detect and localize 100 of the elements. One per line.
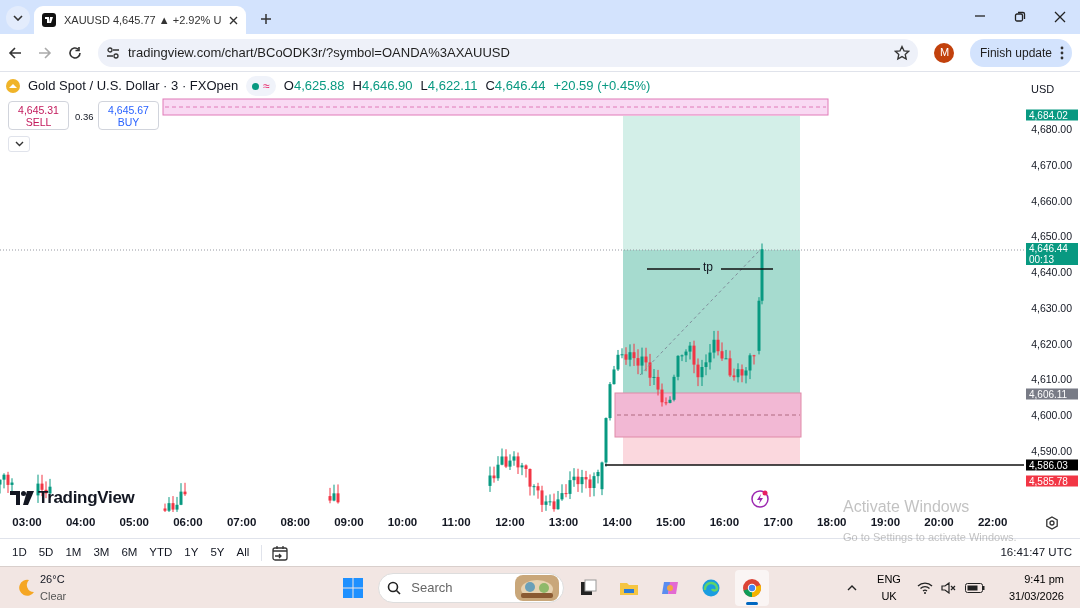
time-tick: 17:00 <box>762 515 794 531</box>
time-tick: 10:00 <box>386 515 419 531</box>
currency-label[interactable]: USD <box>1031 81 1055 98</box>
price-badge: 4,684.02 <box>1026 109 1078 121</box>
range-button[interactable]: 6M <box>117 543 142 562</box>
collapse-button[interactable] <box>8 136 30 152</box>
range-button[interactable]: All <box>232 543 254 562</box>
search-field[interactable]: Search <box>409 576 490 599</box>
coin-icon <box>6 79 20 93</box>
buy-button[interactable]: 4,645.67 BUY <box>98 101 159 130</box>
range-button[interactable]: 5D <box>34 543 58 562</box>
wifi-icon[interactable] <box>916 581 933 594</box>
time-tick: 20:00 <box>923 515 955 531</box>
forward-arrow-icon <box>38 45 52 60</box>
ohlc-value: H4,646.90 <box>352 77 413 96</box>
chevron-up-icon <box>847 584 858 591</box>
browser-tab[interactable]: XAUUSD 4,645.77 ▲ +2.92% U <box>34 6 246 34</box>
price-tick: 4,640.00 <box>1030 266 1072 279</box>
range-button[interactable]: 5Y <box>206 543 229 562</box>
search-bar[interactable]: Search <box>378 572 565 603</box>
plus-icon <box>260 13 272 25</box>
language-indicator[interactable]: ENG UK <box>877 571 901 604</box>
moon-icon <box>16 577 36 598</box>
ohlc-value: C4,646.44 <box>485 77 546 96</box>
battery-icon[interactable] <box>964 582 985 593</box>
bookmark-button[interactable] <box>893 44 910 61</box>
close-icon <box>229 15 239 25</box>
line-label: tp <box>703 260 713 274</box>
reload-icon <box>68 45 82 60</box>
tradingview-logo[interactable]: TradingView <box>10 485 135 511</box>
range-button[interactable]: 1Y <box>180 543 203 562</box>
date-range-button[interactable] <box>261 544 289 561</box>
chevron-down-icon <box>13 15 23 21</box>
time-tick: 16:00 <box>708 515 741 531</box>
windows-logo-icon <box>343 577 364 598</box>
calendar-icon <box>272 544 289 561</box>
tab-title: XAUUSD 4,645.77 ▲ +2.92% U <box>64 12 222 28</box>
status-dot-icon <box>252 82 260 90</box>
time-tick: 05:00 <box>118 515 150 531</box>
lightning-icon[interactable] <box>750 489 770 509</box>
time-tick: 15:00 <box>655 515 687 531</box>
tradingview-mark-icon <box>10 490 34 505</box>
weather-widget[interactable]: 26°C Clear <box>16 571 67 604</box>
activation-title: Activate Windows <box>843 497 970 517</box>
time-tick: 22:00 <box>976 515 1009 531</box>
close-icon <box>1054 11 1066 23</box>
ohlc-value: L4,622.11 <box>420 77 478 96</box>
price-tick: 4,620.00 <box>1030 337 1072 350</box>
price-tick: 4,650.00 <box>1030 230 1072 243</box>
taskbar-clock[interactable]: 9:41 pm 31/03/2026 <box>1008 571 1064 604</box>
time-tick: 18:00 <box>816 515 848 531</box>
price-tick: 4,660.00 <box>1030 194 1072 207</box>
finish-update-button[interactable]: Finish update <box>969 38 1072 67</box>
sell-button[interactable]: 4,645.31 SELL <box>8 101 69 130</box>
restore-icon <box>1014 11 1026 23</box>
show-hidden-icons-button[interactable] <box>847 584 858 591</box>
price-badge: 4,646.44 00:13 <box>1026 243 1078 265</box>
address-bar[interactable]: tradingview.com/chart/BCoODK3r/?symbol=OANDA%3AXAUUSD <box>98 38 918 67</box>
time-tick: 03:00 <box>11 515 43 531</box>
time-tick: 04:00 <box>64 515 97 531</box>
time-tick: 07:00 <box>225 515 258 531</box>
profile-avatar[interactable]: M <box>933 42 954 63</box>
status-symbol: ≈ <box>263 78 270 95</box>
chevron-down-icon <box>14 141 24 147</box>
settings-icon[interactable] <box>1045 516 1059 530</box>
price-change: +20.59 (+0.45%) <box>553 77 651 96</box>
task-view-icon <box>578 577 599 598</box>
time-tick: 11:00 <box>440 515 472 531</box>
chrome-icon <box>742 577 763 598</box>
reload-button[interactable] <box>68 45 82 60</box>
time-tick: 13:00 <box>547 515 580 531</box>
utc-clock: 16:41:47 UTC <box>1000 544 1072 560</box>
time-tick: 14:00 <box>601 515 633 531</box>
time-tick: 09:00 <box>333 515 365 531</box>
muted-speaker-icon[interactable] <box>940 581 957 594</box>
time-tick: 06:00 <box>172 515 204 531</box>
price-tick: 4,680.00 <box>1030 123 1072 135</box>
time-tick: 08:00 <box>279 515 311 531</box>
back-arrow-icon <box>8 45 22 60</box>
price-badge: 4,586.03 <box>1026 459 1078 471</box>
price-tick: 4,630.00 <box>1030 301 1072 314</box>
range-button[interactable]: 3M <box>89 543 114 562</box>
more-icon <box>1060 45 1064 60</box>
tab-menu-button[interactable] <box>6 6 30 30</box>
symbol-title[interactable]: Gold Spot / U.S. Dollar · 3 · FXOpen <box>28 76 239 96</box>
search-icon <box>387 580 402 595</box>
price-tick: 4,590.00 <box>1030 445 1072 457</box>
tradingview-logo-icon <box>42 13 56 27</box>
price-tick: 4,610.00 <box>1030 373 1072 386</box>
ohlc-value: O4,625.88 <box>283 77 345 96</box>
price-badge: 4,585.78 <box>1026 475 1078 487</box>
spread-value: 0.36 <box>75 110 94 124</box>
range-button[interactable]: 1M <box>61 543 86 562</box>
temperature: 26°C <box>40 572 66 587</box>
close-tab-button[interactable] <box>229 15 239 25</box>
range-button[interactable]: 1D <box>8 543 31 562</box>
range-button[interactable]: YTD <box>145 543 177 562</box>
url-text: tradingview.com/chart/BCoODK3r/?symbol=OANDA%3AXAUUSD <box>128 43 511 62</box>
price-tick: 4,600.00 <box>1030 409 1072 422</box>
back-button[interactable] <box>8 45 22 60</box>
